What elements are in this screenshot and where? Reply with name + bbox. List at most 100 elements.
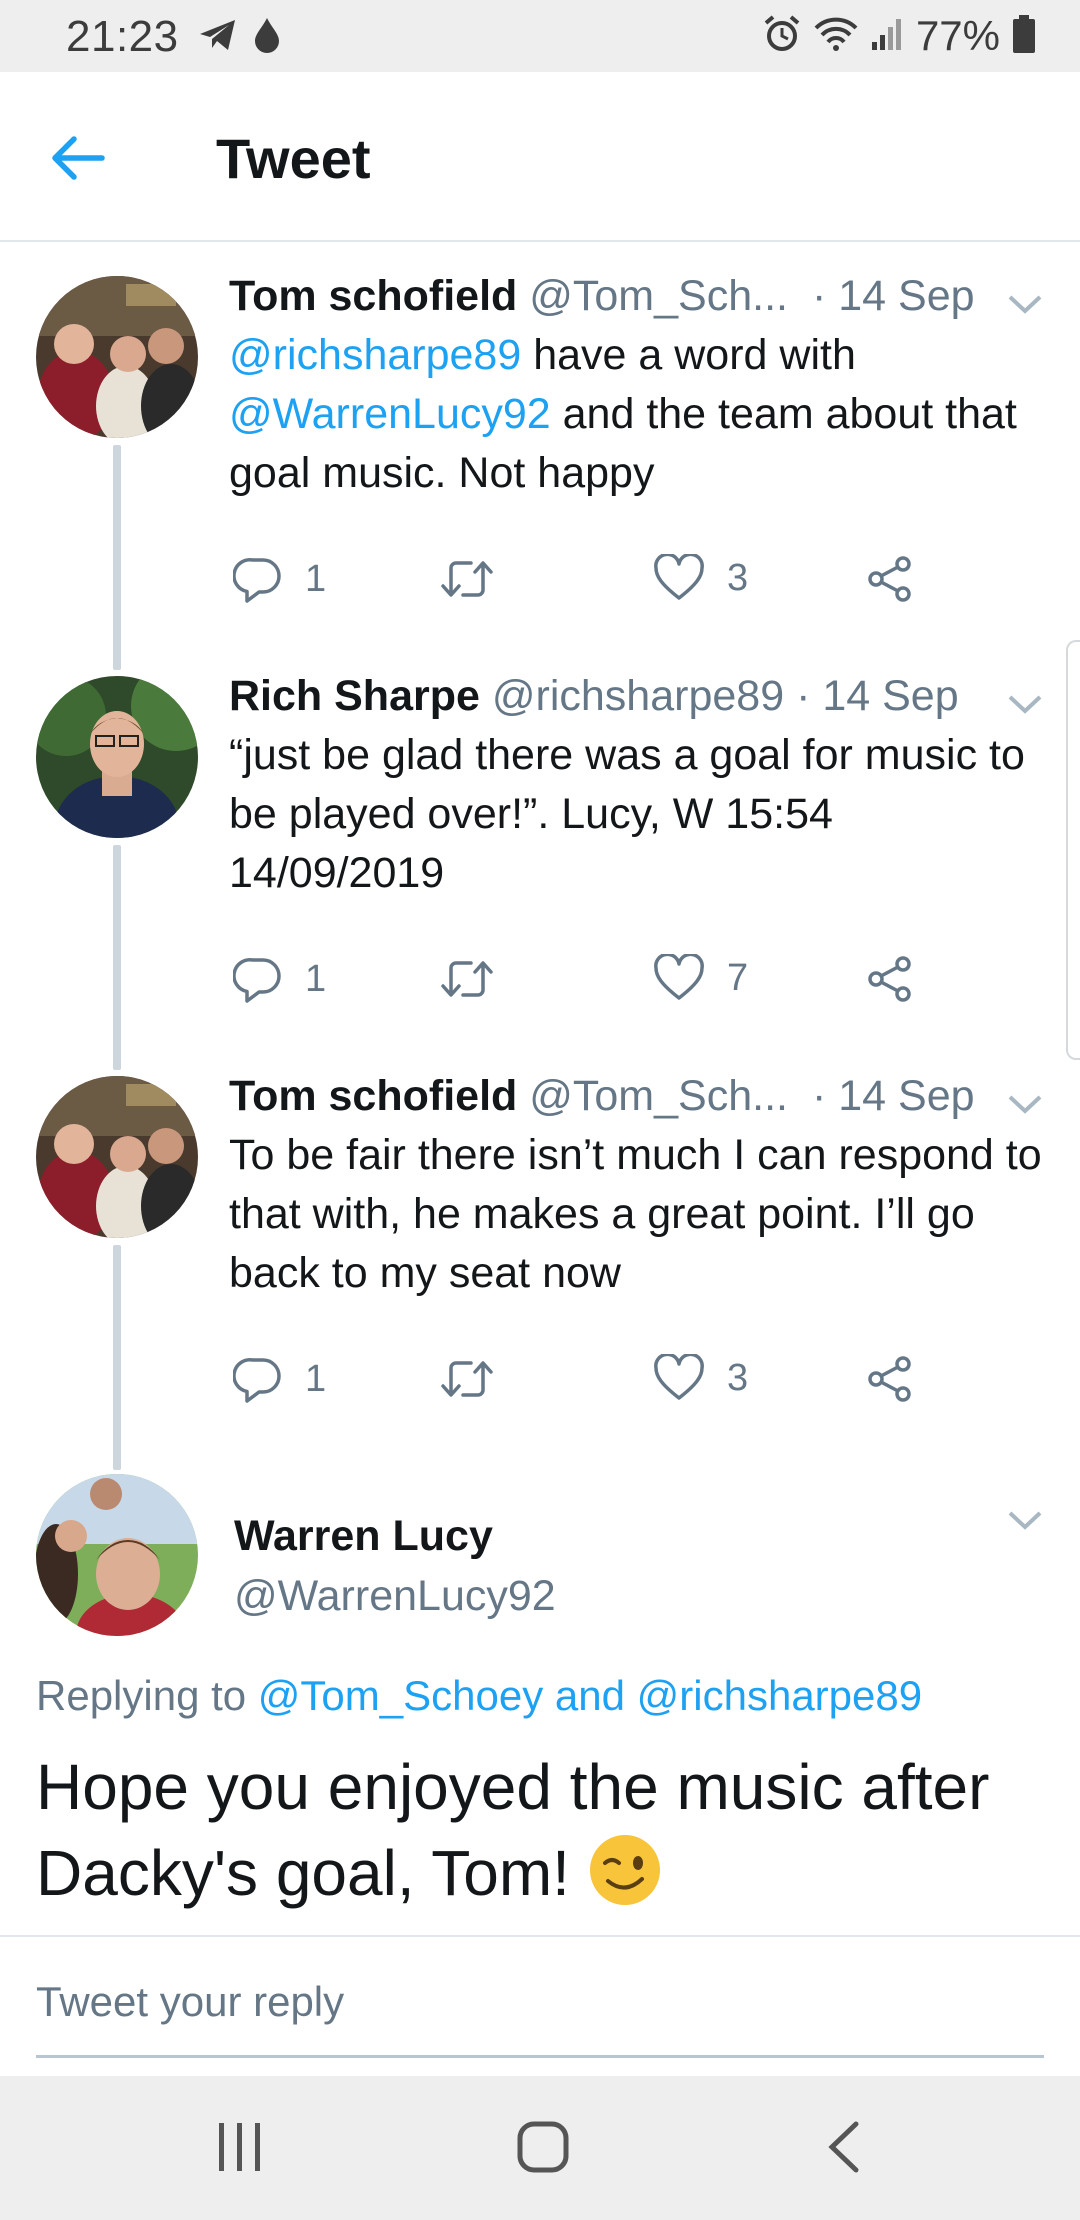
- status-right-icons: 77%: [762, 12, 1036, 60]
- tweet-actions: 1 3: [229, 554, 949, 614]
- reply-count: 1: [305, 957, 327, 1000]
- status-bar: 21:23 77%: [0, 0, 1080, 72]
- reply-button[interactable]: 1: [233, 954, 326, 1004]
- signal-icon: [870, 16, 904, 57]
- recent-apps-button[interactable]: [216, 2120, 264, 2179]
- reply-placeholder: Tweet your reply: [36, 1978, 345, 2025]
- battery-icon: [1012, 14, 1036, 59]
- author-name[interactable]: Tom schofield: [229, 1072, 517, 1120]
- share-icon: [868, 556, 911, 602]
- author-handle[interactable]: @Tom_Sch...: [529, 272, 788, 320]
- arrow-left-icon: [52, 136, 105, 180]
- avatar[interactable]: [36, 1076, 198, 1238]
- tweet-header: Tom schofield @Tom_Sch... · 14 Sep: [229, 1072, 1049, 1128]
- tweet-header: Rich Sharpe @richsharpe89 · 14 Sep: [229, 672, 1049, 728]
- reply-button[interactable]: 1: [233, 1354, 326, 1404]
- retweet-icon: [441, 561, 493, 597]
- tweet-header: Tom schofield @Tom_Sch... · 14 Sep: [229, 272, 1049, 328]
- reply-icon: [233, 557, 281, 603]
- avatar[interactable]: [36, 1474, 198, 1636]
- reply-count: 1: [305, 557, 327, 600]
- tweet-date: · 14 Sep: [796, 672, 959, 720]
- battery-percent: 77%: [915, 12, 1000, 59]
- heart-icon: [654, 554, 704, 600]
- recents-icon: [219, 2123, 260, 2171]
- home-button[interactable]: [516, 2120, 570, 2179]
- scrollbar[interactable]: [1066, 640, 1080, 1060]
- author-name[interactable]: Rich Sharpe: [229, 672, 480, 720]
- share-icon: [868, 956, 911, 1002]
- tweet-actions: 1 3: [229, 1354, 949, 1414]
- page-title: Tweet: [216, 127, 371, 190]
- replying-and: and: [543, 1672, 637, 1719]
- status-left-icons: [198, 16, 282, 59]
- tweet-body: “just be glad there was a goal for music…: [229, 726, 1049, 903]
- main-author-name[interactable]: Warren Lucy: [234, 1512, 493, 1561]
- heart-icon: [654, 1354, 704, 1400]
- reply-icon: [233, 957, 281, 1003]
- replying-to: Replying to @Tom_Schoey and @richsharpe8…: [36, 1672, 922, 1720]
- reply-count: 1: [305, 1357, 327, 1400]
- share-icon: [868, 1356, 911, 1402]
- mention-link[interactable]: @Tom_Schoey: [258, 1672, 543, 1719]
- retweet-button[interactable]: [439, 554, 495, 604]
- like-button[interactable]: 3: [653, 1354, 748, 1402]
- avatar[interactable]: [36, 276, 198, 438]
- reply-icon: [233, 1357, 281, 1403]
- like-button[interactable]: 7: [653, 954, 748, 1002]
- alarm-icon: [762, 14, 802, 59]
- chevron-down-icon[interactable]: [1006, 1092, 1044, 1116]
- tweet-date: · 14 Sep: [812, 272, 975, 320]
- system-nav-bar: [0, 2076, 1080, 2220]
- like-count: 3: [727, 556, 749, 599]
- home-icon: [517, 2121, 569, 2173]
- main-tweet-text: Hope you enjoyed the music after Dacky's…: [36, 1744, 1056, 1916]
- tweet-body: @richsharpe89 have a word with @WarrenLu…: [229, 326, 1049, 503]
- retweet-icon: [441, 961, 493, 997]
- chevron-down-icon[interactable]: [1006, 692, 1044, 716]
- retweet-icon: [441, 1361, 493, 1397]
- share-button[interactable]: [865, 1354, 915, 1404]
- back-nav-button[interactable]: [826, 2120, 862, 2179]
- tweet-text: To be fair there isn’t much I can respon…: [229, 1131, 1042, 1297]
- share-button[interactable]: [865, 954, 915, 1004]
- reply-button[interactable]: 1: [233, 554, 326, 604]
- tweet-body: To be fair there isn’t much I can respon…: [229, 1126, 1049, 1303]
- telegram-icon: [198, 17, 238, 58]
- author-name[interactable]: Tom schofield: [229, 272, 517, 320]
- retweet-button[interactable]: [439, 954, 495, 1004]
- back-chevron-icon: [828, 2121, 859, 2173]
- status-time: 21:23: [66, 12, 179, 61]
- mention-link[interactable]: @richsharpe89: [637, 1672, 922, 1719]
- tweet-text: “just be glad there was a goal for music…: [229, 731, 1025, 897]
- main-author-handle[interactable]: @WarrenLucy92: [234, 1572, 556, 1621]
- thread-connector: [113, 445, 121, 670]
- back-button[interactable]: [50, 128, 120, 188]
- tweet-text: have a word with: [521, 331, 856, 379]
- heart-icon: [654, 954, 704, 1000]
- wink-emoji-icon: [589, 1835, 660, 1905]
- drop-icon: [252, 16, 282, 59]
- chevron-down-icon[interactable]: [1006, 292, 1044, 316]
- like-count: 3: [727, 1356, 749, 1399]
- divider: [0, 1935, 1080, 1937]
- tweet-actions: 1 7: [229, 954, 949, 1014]
- like-button[interactable]: 3: [653, 554, 748, 602]
- thread-connector: [113, 1245, 121, 1470]
- avatar[interactable]: [36, 676, 198, 838]
- reply-input[interactable]: Tweet your reply: [36, 1978, 1044, 2058]
- mention-link[interactable]: @richsharpe89: [229, 331, 521, 379]
- top-app-bar: Tweet: [0, 72, 1080, 242]
- tweet-date: · 14 Sep: [812, 1072, 975, 1120]
- thread-connector: [113, 845, 121, 1070]
- tweet-text: Hope you enjoyed the music after Dacky's…: [36, 1751, 990, 1909]
- wifi-icon: [814, 16, 858, 57]
- like-count: 7: [727, 956, 749, 999]
- author-handle[interactable]: @richsharpe89: [492, 672, 784, 720]
- author-handle[interactable]: @Tom_Sch...: [529, 1072, 788, 1120]
- retweet-button[interactable]: [439, 1354, 495, 1404]
- chevron-down-icon[interactable]: [1006, 1508, 1044, 1532]
- share-button[interactable]: [865, 554, 915, 604]
- replying-prefix: Replying to: [36, 1672, 258, 1719]
- mention-link[interactable]: @WarrenLucy92: [229, 390, 551, 438]
